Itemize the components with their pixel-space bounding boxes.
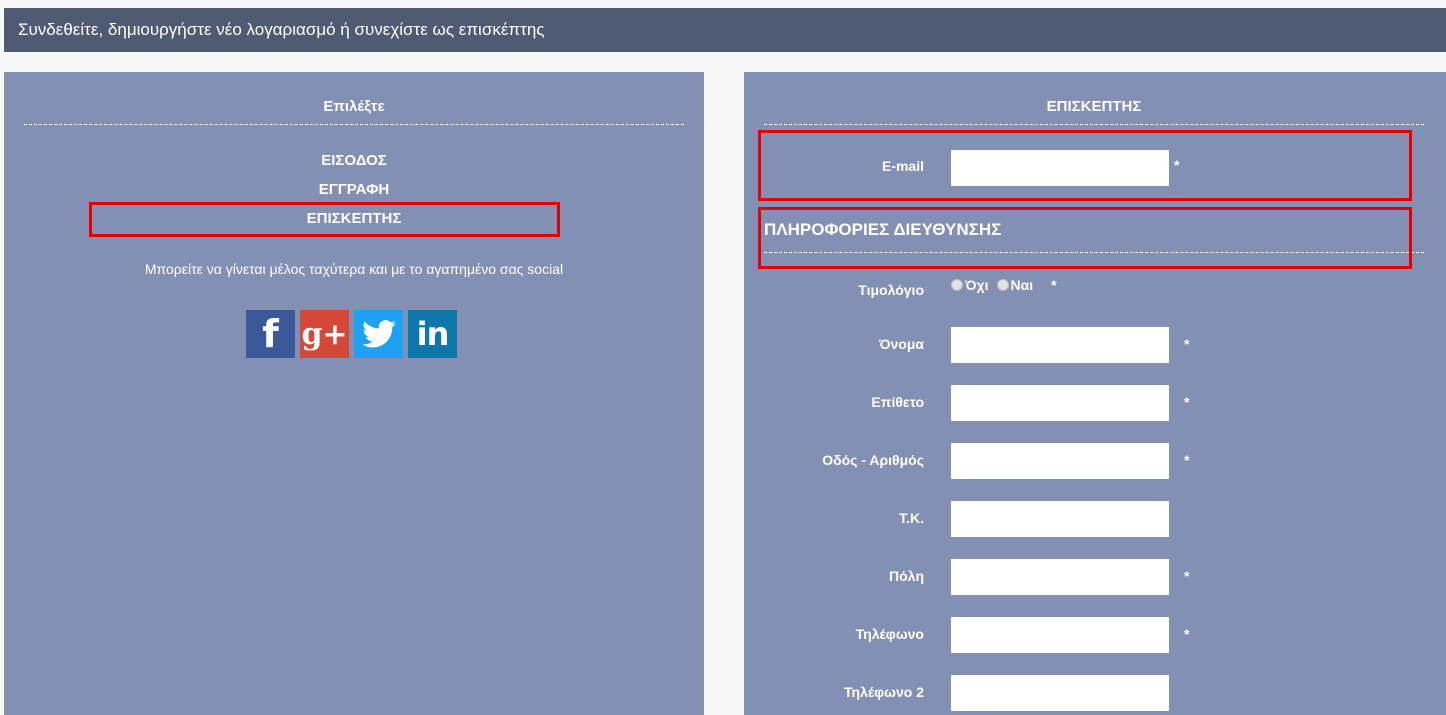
login-option[interactable]: ΕΙΣΟΔΟΣ	[24, 152, 684, 169]
register-option[interactable]: ΕΓΓΡΑΦΗ	[24, 181, 684, 198]
social-login-text: Μπορείτε να γίνεται μέλος ταχύτερα και μ…	[144, 261, 564, 277]
left-divider	[24, 124, 684, 125]
first-name-field[interactable]	[951, 327, 1169, 363]
last-name-field[interactable]	[951, 385, 1169, 421]
invoice-yes-radio[interactable]: Ναι	[996, 277, 1033, 293]
postal-code-label: Τ.Κ.	[899, 510, 924, 526]
invoice-radio-group: Όχι Ναι *	[951, 277, 1057, 293]
city-label: Πόλη	[889, 568, 924, 584]
invoice-label: Τιμολόγιο	[858, 282, 924, 298]
right-divider	[764, 124, 1424, 125]
left-panel-title: Επιλέξτε	[323, 98, 385, 115]
street-required-mark: *	[1184, 452, 1190, 468]
street-label: Οδός - Αριθμός	[822, 452, 924, 468]
phone-label: Τηλέφωνο	[855, 626, 924, 642]
radio-button-icon[interactable]	[996, 279, 1009, 291]
address-section-highlight	[758, 207, 1412, 269]
phone-field[interactable]	[951, 617, 1169, 653]
page-title: Συνδεθείτε, δημιουργήστε νέο λογαριασμό …	[18, 20, 545, 39]
invoice-required-mark: *	[1051, 277, 1057, 293]
first-name-label: Όνομα	[878, 336, 924, 352]
email-highlight	[758, 130, 1412, 201]
twitter-bird-icon	[361, 320, 396, 348]
facebook-icon[interactable]: f	[246, 310, 295, 358]
page-header: Συνδεθείτε, δημιουργήστε νέο λογαριασμό …	[4, 8, 1446, 52]
last-name-label: Επίθετο	[871, 394, 924, 410]
city-required-mark: *	[1184, 568, 1190, 584]
first-name-required-mark: *	[1184, 336, 1190, 352]
last-name-required-mark: *	[1184, 394, 1190, 410]
phone2-label: Τηλέφωνο 2	[843, 684, 924, 700]
city-field[interactable]	[951, 559, 1169, 595]
radio-button-icon[interactable]	[951, 279, 963, 291]
phone2-field[interactable]	[951, 675, 1169, 711]
guest-option-highlight	[89, 202, 560, 237]
phone-required-mark: *	[1184, 626, 1190, 642]
postal-code-field[interactable]	[951, 501, 1169, 537]
google-plus-icon[interactable]: g+	[300, 310, 349, 358]
invoice-no-radio[interactable]: Όχι	[951, 277, 989, 293]
twitter-icon[interactable]	[354, 310, 403, 358]
linkedin-icon[interactable]: in	[408, 310, 457, 358]
street-field[interactable]	[951, 443, 1169, 479]
right-panel-title: ΕΠΙΣΚΕΠΤΗΣ	[1046, 98, 1142, 115]
